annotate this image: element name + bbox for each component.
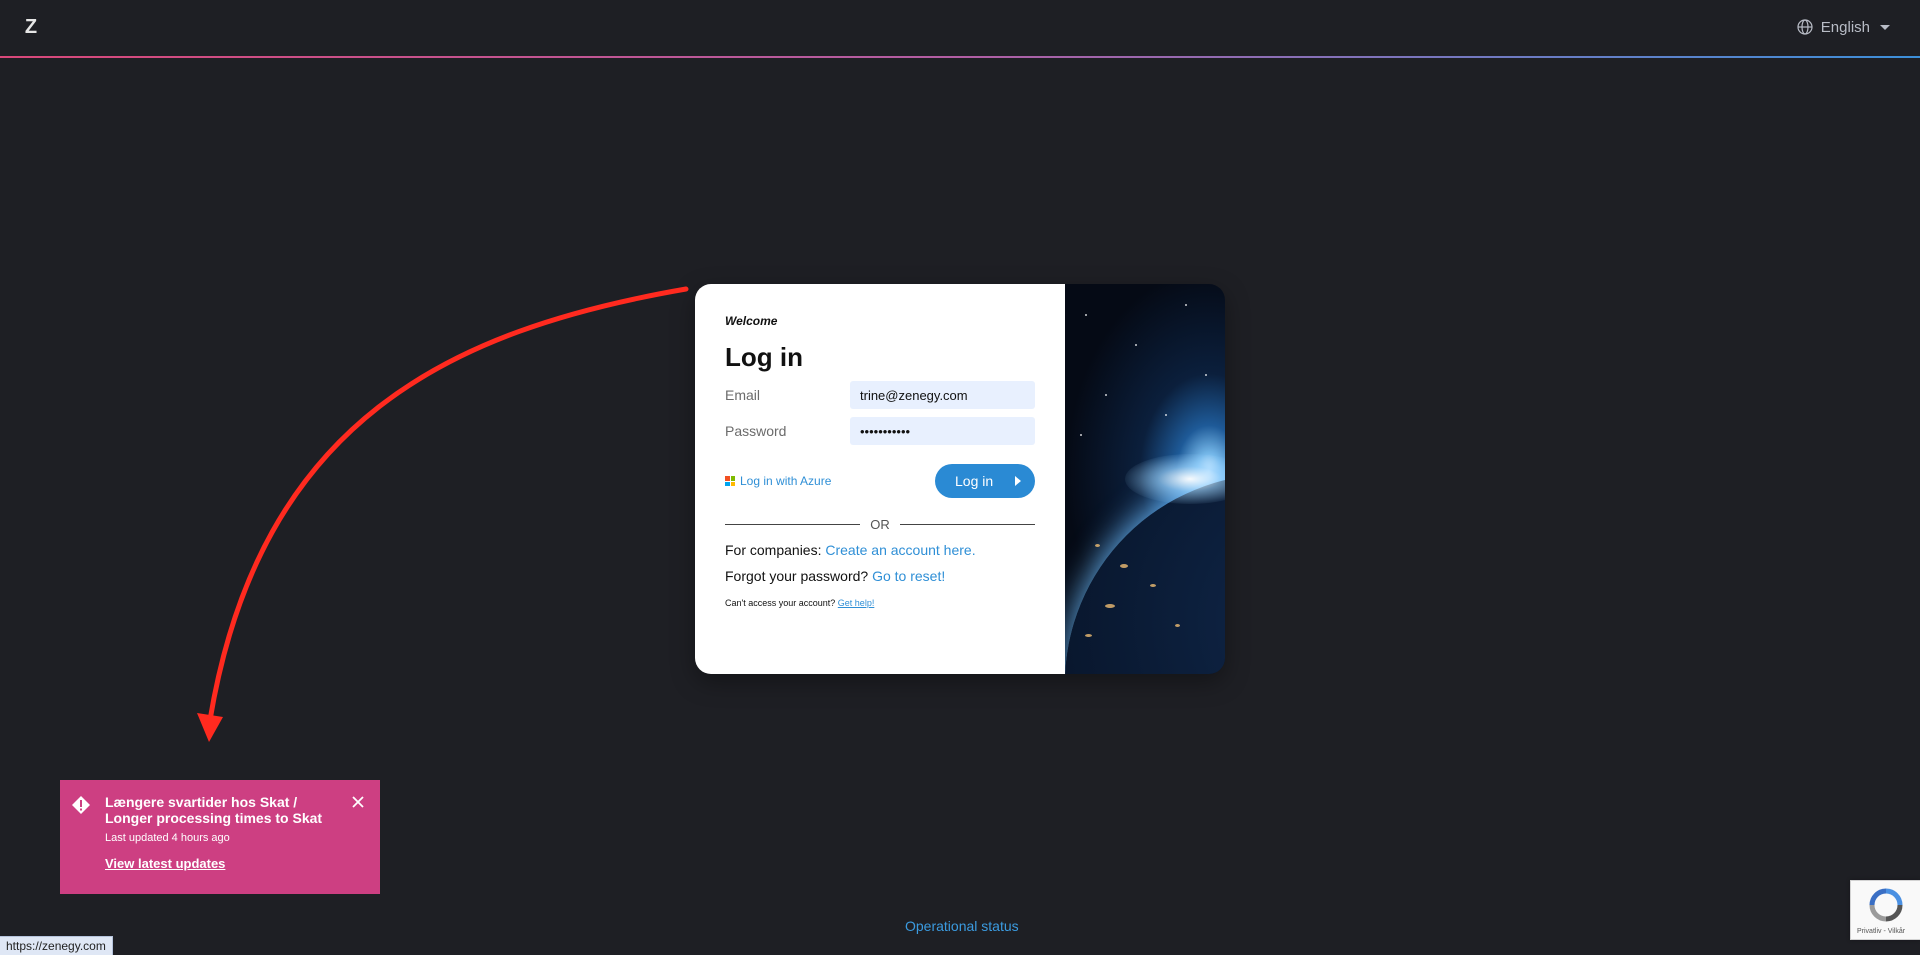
recaptcha-badge[interactable]: Privatliv - Vilkår	[1850, 880, 1920, 940]
recaptcha-icon	[1869, 888, 1903, 922]
status-bar-url: https://zenegy.com	[0, 936, 113, 955]
notification-toast: Længere svartider hos Skat / Longer proc…	[60, 780, 380, 894]
notification-timestamp: Last updated 4 hours ago	[105, 832, 230, 844]
close-icon[interactable]	[350, 794, 366, 810]
operational-status-link[interactable]: Operational status	[905, 918, 1019, 934]
notification-title: Længere svartider hos Skat / Longer proc…	[105, 794, 323, 826]
recaptcha-terms: Privatliv - Vilkår	[1857, 928, 1906, 935]
warning-diamond-icon	[72, 796, 90, 814]
view-updates-link[interactable]: View latest updates	[105, 856, 225, 871]
